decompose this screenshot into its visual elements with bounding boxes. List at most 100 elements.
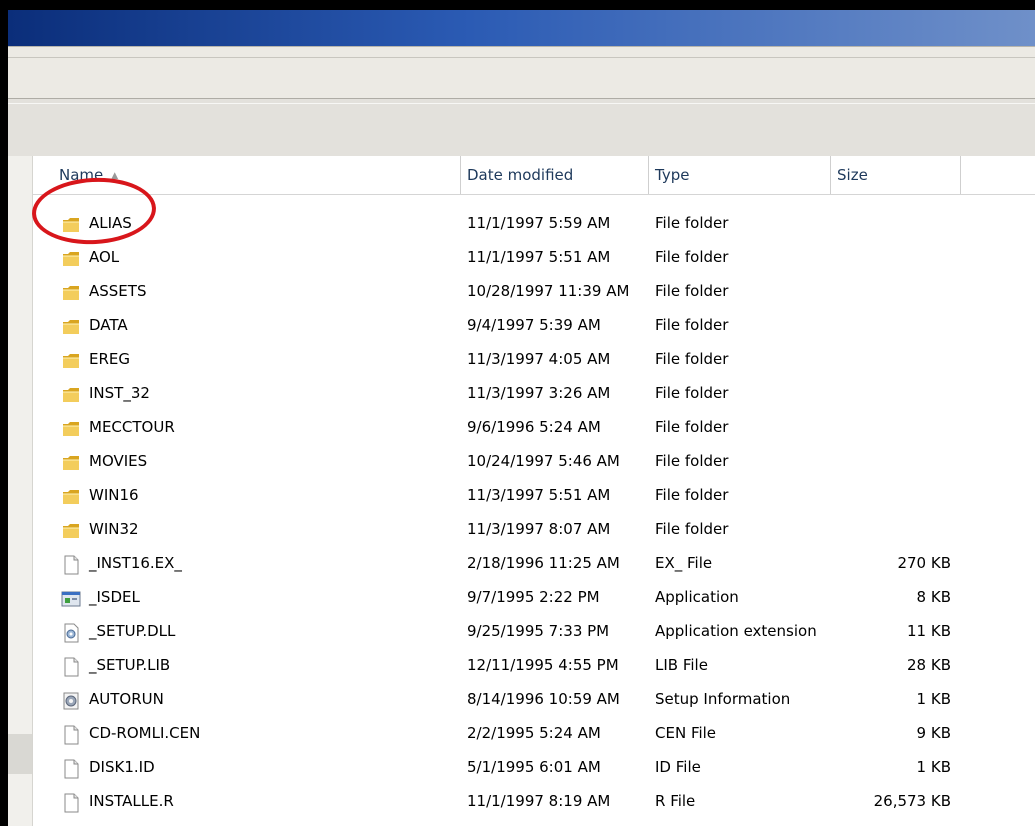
file-name: INSTALLE.R <box>89 792 174 810</box>
file-date-modified: 9/6/1996 5:24 AM <box>467 418 601 436</box>
folder-icon <box>61 519 81 539</box>
file-type: LIB File <box>655 656 708 674</box>
navigation-pane[interactable] <box>8 156 33 826</box>
file-name: CD-ROMLI.CEN <box>89 724 201 742</box>
application-icon <box>61 587 81 607</box>
file-row[interactable]: _SETUP.LIB 12/11/1995 4:55 PM LIB File 28 K… <box>33 648 1035 682</box>
file-type: File folder <box>655 248 729 266</box>
file-size: 26,573 KB <box>873 792 951 810</box>
file-size: 9 KB <box>916 724 951 742</box>
file-icon <box>61 757 81 779</box>
folder-icon <box>61 349 81 369</box>
file-date-modified: 9/4/1997 5:39 AM <box>467 316 601 334</box>
file-name: _INST16.EX_ <box>89 554 182 572</box>
file-date-modified: 11/1/1997 8:19 AM <box>467 792 611 810</box>
file-rows: ALIAS 11/1/1997 5:59 AM File folder AOL 11/1… <box>33 206 1035 818</box>
file-date-modified: 12/11/1995 4:55 PM <box>467 656 619 674</box>
file-type: Setup Information <box>655 690 791 708</box>
file-date-modified: 11/1/1997 5:51 AM <box>467 248 611 266</box>
file-size: 1 KB <box>916 690 951 708</box>
file-row[interactable]: ALIAS 11/1/1997 5:59 AM File folder <box>33 206 1035 240</box>
title-bar[interactable] <box>8 10 1035 46</box>
explorer-window: Name ▲ Date modified Type Size ALIAS 11/1/… <box>8 10 1035 826</box>
file-size: 1 KB <box>916 758 951 776</box>
folder-icon <box>61 315 81 335</box>
folder-icon <box>61 383 81 403</box>
file-date-modified: 5/1/1995 6:01 AM <box>467 758 601 776</box>
setup-info-icon <box>61 689 81 710</box>
file-name: MOVIES <box>89 452 148 470</box>
file-type: File folder <box>655 282 729 300</box>
file-row[interactable]: CD-ROMLI.CEN 2/2/1995 5:24 AM CEN File 9 KB <box>33 716 1035 750</box>
file-icon <box>61 655 81 677</box>
file-name: AOL <box>89 248 120 266</box>
file-name: INST_32 <box>89 384 150 402</box>
file-date-modified: 11/3/1997 5:51 AM <box>467 486 611 504</box>
file-row[interactable]: ASSETS 10/28/1997 11:39 AM File folder <box>33 274 1035 308</box>
file-name: ASSETS <box>89 282 147 300</box>
file-row[interactable]: DATA 9/4/1997 5:39 AM File folder <box>33 308 1035 342</box>
file-size: 11 KB <box>907 622 951 640</box>
file-type: R File <box>655 792 696 810</box>
file-row[interactable]: EREG 11/3/1997 4:05 AM File folder <box>33 342 1035 376</box>
file-date-modified: 2/18/1996 11:25 AM <box>467 554 620 572</box>
file-row[interactable]: MOVIES 10/24/1997 5:46 AM File folder <box>33 444 1035 478</box>
file-row[interactable]: INSTALLE.R 11/1/1997 8:19 AM R File 26,573 … <box>33 784 1035 818</box>
file-type: Application <box>655 588 739 606</box>
file-date-modified: 9/7/1995 2:22 PM <box>467 588 600 606</box>
file-row[interactable]: MECCTOUR 9/6/1996 5:24 AM File folder <box>33 410 1035 444</box>
file-name: _ISDEL <box>89 588 140 606</box>
folder-icon <box>61 417 81 437</box>
file-type: File folder <box>655 452 729 470</box>
file-name: EREG <box>89 350 131 368</box>
file-row[interactable]: AUTORUN 8/14/1996 10:59 AM Setup Informati… <box>33 682 1035 716</box>
file-type: File folder <box>655 316 729 334</box>
column-header-name-label: Name <box>59 166 104 184</box>
file-name: ALIAS <box>89 214 132 232</box>
file-date-modified: 11/3/1997 4:05 AM <box>467 350 611 368</box>
file-name: DATA <box>89 316 128 334</box>
file-row[interactable]: _ISDEL 9/7/1995 2:22 PM Application 8 KB <box>33 580 1035 614</box>
file-list[interactable]: Name ▲ Date modified Type Size ALIAS 11/1/… <box>33 156 1035 826</box>
folder-icon <box>61 281 81 301</box>
folder-icon <box>61 247 81 267</box>
file-name: DISK1.ID <box>89 758 155 776</box>
sort-ascending-icon: ▲ <box>111 170 119 181</box>
column-header-date[interactable]: Date modified <box>461 156 649 194</box>
file-date-modified: 11/3/1997 3:26 AM <box>467 384 611 402</box>
file-row[interactable]: AOL 11/1/1997 5:51 AM File folder <box>33 240 1035 274</box>
folder-icon <box>61 213 81 233</box>
file-row[interactable]: _SETUP.DLL 9/25/1995 7:33 PM Application e… <box>33 614 1035 648</box>
folder-icon <box>61 485 81 505</box>
file-type: CEN File <box>655 724 717 742</box>
file-row[interactable]: WIN16 11/3/1997 5:51 AM File folder <box>33 478 1035 512</box>
command-toolbar <box>8 98 1035 157</box>
address-bar-area <box>8 46 1035 99</box>
file-date-modified: 10/28/1997 11:39 AM <box>467 282 630 300</box>
file-row[interactable]: DISK1.ID 5/1/1995 6:01 AM ID File 1 KB <box>33 750 1035 784</box>
file-type: ID File <box>655 758 701 776</box>
file-name: WIN32 <box>89 520 139 538</box>
file-row[interactable]: INST_32 11/3/1997 3:26 AM File folder <box>33 376 1035 410</box>
column-headers: Name ▲ Date modified Type Size <box>33 156 1035 195</box>
column-header-size[interactable]: Size <box>831 156 961 194</box>
file-date-modified: 9/25/1995 7:33 PM <box>467 622 610 640</box>
file-date-modified: 11/1/1997 5:59 AM <box>467 214 611 232</box>
file-type: File folder <box>655 350 729 368</box>
file-row[interactable]: WIN32 11/3/1997 8:07 AM File folder <box>33 512 1035 546</box>
file-date-modified: 2/2/1995 5:24 AM <box>467 724 601 742</box>
column-header-type[interactable]: Type <box>649 156 831 194</box>
file-row[interactable]: _INST16.EX_ 2/18/1996 11:25 AM EX_ File 270… <box>33 546 1035 580</box>
file-type: File folder <box>655 486 729 504</box>
file-name: _SETUP.LIB <box>89 656 171 674</box>
file-size: 28 KB <box>907 656 951 674</box>
column-header-name[interactable]: Name ▲ <box>33 156 461 194</box>
navigation-pane-divider <box>8 734 32 774</box>
dll-icon <box>61 621 81 643</box>
file-type: File folder <box>655 418 729 436</box>
file-name: MECCTOUR <box>89 418 175 436</box>
file-type: EX_ File <box>655 554 713 572</box>
folder-icon <box>61 451 81 471</box>
file-size: 270 KB <box>897 554 951 572</box>
file-type: File folder <box>655 214 729 232</box>
